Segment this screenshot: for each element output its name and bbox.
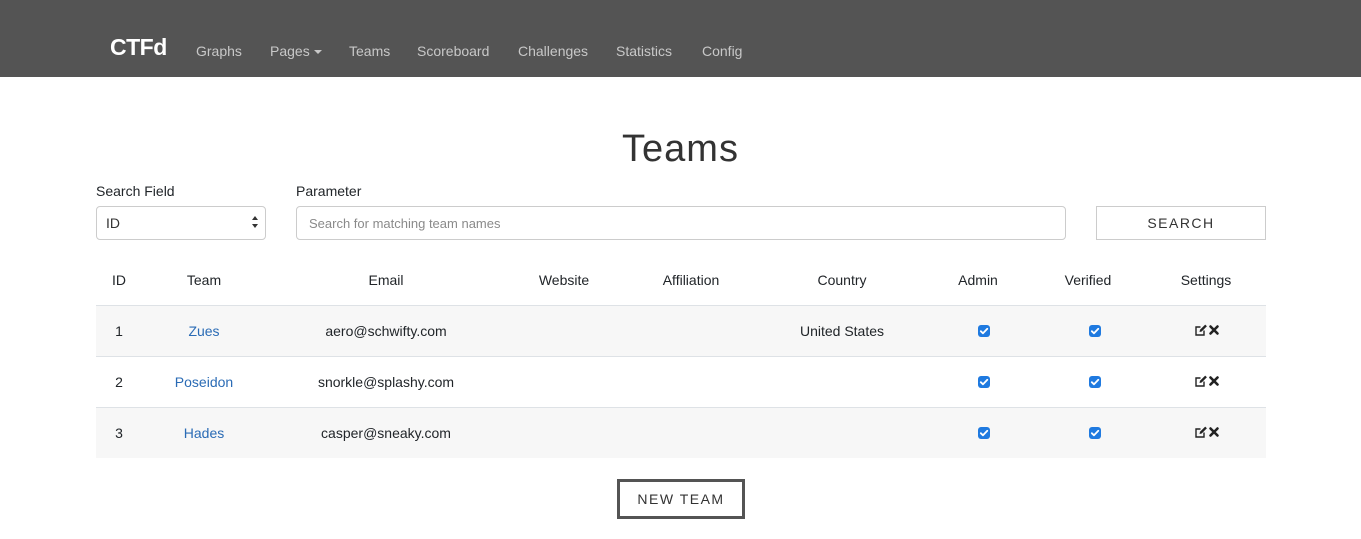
checkbox-checked-icon bbox=[1090, 327, 1100, 335]
column-header-id: ID bbox=[112, 272, 126, 288]
nav-item-scoreboard[interactable]: Scoreboard bbox=[417, 44, 489, 58]
search-field-select[interactable]: ID bbox=[96, 206, 266, 240]
cell-email: snorkle@splashy.com bbox=[317, 374, 455, 390]
search-field-value: ID bbox=[106, 215, 120, 231]
row-settings bbox=[1194, 374, 1220, 388]
edit-icon[interactable] bbox=[1194, 323, 1208, 337]
admin-checkbox[interactable] bbox=[978, 376, 990, 388]
table-header: ID Team Email Website Affiliation Countr… bbox=[96, 255, 1266, 306]
admin-checkbox[interactable] bbox=[978, 325, 990, 337]
nav-item-teams[interactable]: Teams bbox=[349, 44, 390, 58]
verified-checkbox[interactable] bbox=[1089, 427, 1101, 439]
cell-id: 2 bbox=[115, 374, 123, 390]
column-header-website: Website bbox=[538, 272, 590, 288]
nav-item-config[interactable]: Config bbox=[702, 44, 742, 58]
row-settings bbox=[1194, 425, 1220, 439]
team-link[interactable]: Zues bbox=[188, 306, 219, 356]
nav-item-statistics[interactable]: Statistics bbox=[616, 44, 672, 58]
table-row: 2 Poseidon snorkle@splashy.com bbox=[96, 357, 1266, 408]
column-header-verified: Verified bbox=[1064, 272, 1112, 288]
row-settings bbox=[1194, 323, 1220, 337]
caret-down-icon bbox=[313, 50, 322, 54]
select-arrows-icon bbox=[252, 216, 260, 230]
checkbox-checked-icon bbox=[1090, 429, 1100, 437]
search-button[interactable]: SEARCH bbox=[1096, 206, 1266, 240]
checkbox-checked-icon bbox=[979, 429, 989, 437]
verified-checkbox[interactable] bbox=[1089, 325, 1101, 337]
cell-email: casper@sneaky.com bbox=[321, 425, 451, 441]
cell-id: 3 bbox=[115, 425, 123, 441]
nav-item-pages-label: Pages bbox=[270, 43, 310, 59]
checkbox-checked-icon bbox=[979, 378, 989, 386]
cell-id: 1 bbox=[115, 323, 123, 339]
column-header-country: Country bbox=[817, 272, 867, 288]
edit-icon[interactable] bbox=[1194, 425, 1208, 439]
navbar: CTFd Graphs Pages Teams Scoreboard Chall… bbox=[0, 0, 1361, 77]
delete-icon[interactable] bbox=[1208, 374, 1220, 388]
nav-item-graphs[interactable]: Graphs bbox=[196, 44, 242, 58]
column-header-team: Team bbox=[186, 272, 222, 288]
nav-item-challenges[interactable]: Challenges bbox=[518, 44, 588, 58]
brand-logo[interactable]: CTFd bbox=[110, 36, 167, 59]
column-header-settings: Settings bbox=[1180, 272, 1232, 288]
admin-checkbox[interactable] bbox=[978, 427, 990, 439]
team-link[interactable]: Hades bbox=[184, 408, 224, 458]
checkbox-checked-icon bbox=[979, 327, 989, 335]
table-row: 3 Hades casper@sneaky.com bbox=[96, 408, 1266, 458]
table-row: 1 Zues aero@schwifty.com United States bbox=[96, 306, 1266, 357]
teams-table: ID Team Email Website Affiliation Countr… bbox=[96, 255, 1266, 458]
delete-icon[interactable] bbox=[1208, 425, 1220, 439]
nav-item-pages[interactable]: Pages bbox=[270, 44, 322, 58]
column-header-admin: Admin bbox=[958, 272, 998, 288]
column-header-affiliation: Affiliation bbox=[662, 272, 720, 288]
cell-country: United States bbox=[799, 323, 885, 339]
delete-icon[interactable] bbox=[1208, 323, 1220, 337]
parameter-label: Parameter bbox=[296, 183, 362, 199]
search-input[interactable] bbox=[296, 206, 1066, 240]
checkbox-checked-icon bbox=[1090, 378, 1100, 386]
column-header-email: Email bbox=[368, 272, 404, 288]
edit-icon[interactable] bbox=[1194, 374, 1208, 388]
team-link[interactable]: Poseidon bbox=[175, 357, 233, 407]
search-field-label: Search Field bbox=[96, 183, 175, 199]
cell-email: aero@schwifty.com bbox=[325, 323, 447, 339]
page-title: Teams bbox=[622, 128, 739, 170]
verified-checkbox[interactable] bbox=[1089, 376, 1101, 388]
new-team-button[interactable]: NEW TEAM bbox=[617, 479, 745, 519]
